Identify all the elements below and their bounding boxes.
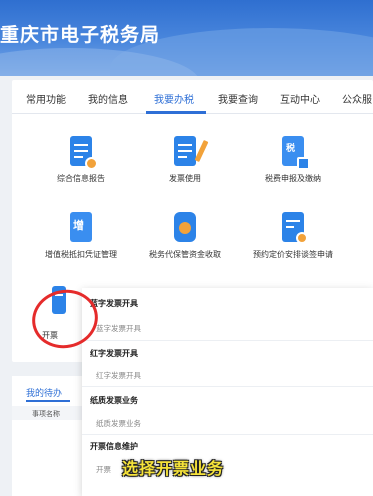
todo-title[interactable]: 我的待办 <box>26 386 62 399</box>
tile-label: 预约定价安排谈签申请 <box>253 250 333 259</box>
tab-tax-handling[interactable]: 我要办税 <box>154 91 194 106</box>
video-caption: 选择开票业务 <box>122 459 225 478</box>
report-icon <box>68 136 98 170</box>
menu-divider <box>82 434 373 435</box>
tile-label: 税费申报及缴纳 <box>265 174 321 183</box>
tab-bar: 常用功能 我的信息 我要办税 我要查询 互动中心 公众服 <box>12 80 373 114</box>
vat-deduction-icon: 增 <box>68 212 94 244</box>
money-bag-icon <box>172 212 198 244</box>
menu-divider <box>82 386 373 387</box>
active-tab-indicator <box>146 111 206 114</box>
tile-label: 税务代保管资金收取 <box>149 250 221 259</box>
menu-item-blue-invoice[interactable]: 蓝字发票开具 <box>96 323 141 334</box>
tile-label: 增值税抵扣凭证管理 <box>45 250 117 259</box>
menu-heading-red-invoice: 红字发票开具 <box>90 349 138 358</box>
pricing-icon <box>280 212 308 244</box>
menu-divider <box>82 340 373 341</box>
header-banner: 重庆市电子税务局 <box>0 0 373 76</box>
menu-item-invoice-info[interactable]: 开票 <box>96 464 111 475</box>
tab-public-service[interactable]: 公众服 <box>342 91 372 106</box>
tile-label: 发票使用 <box>169 174 201 183</box>
tab-interaction-center[interactable]: 互动中心 <box>280 91 320 106</box>
tab-my-info[interactable]: 我的信息 <box>88 91 128 106</box>
tile-vat-deduction[interactable]: 增 增值税抵扣凭证管理 <box>36 212 126 261</box>
menu-item-paper-invoice[interactable]: 纸质发票业务 <box>96 418 141 429</box>
menu-heading-invoice-info: 开票信息维护 <box>90 442 138 451</box>
menu-item-red-invoice[interactable]: 红字发票开具 <box>96 370 141 381</box>
tile-tax-declaration[interactable]: 税 税费申报及缴纳 <box>248 136 338 185</box>
tile-comprehensive-report[interactable]: 综合信息报告 <box>36 136 126 185</box>
tab-query[interactable]: 我要查询 <box>218 91 258 106</box>
todo-panel: 我的待办 事项名称 <box>12 376 92 496</box>
todo-column-header: 事项名称 <box>32 410 60 418</box>
tile-fund-custody[interactable]: 税务代保管资金收取 <box>140 212 230 261</box>
tab-common-functions[interactable]: 常用功能 <box>26 91 66 106</box>
tile-pricing-arrangement[interactable]: 预约定价安排谈签申请 <box>248 212 338 261</box>
tax-declare-icon: 税 <box>280 136 310 170</box>
tile-label: 综合信息报告 <box>57 174 105 183</box>
menu-heading-blue-invoice: 蓝字发票开具 <box>90 299 138 308</box>
menu-heading-paper-invoice: 纸质发票业务 <box>90 396 138 405</box>
todo-underline <box>26 400 70 402</box>
invoice-pen-icon <box>172 136 209 168</box>
tile-invoice-use[interactable]: 发票使用 <box>140 136 230 185</box>
site-title: 重庆市电子税务局 <box>0 24 161 46</box>
